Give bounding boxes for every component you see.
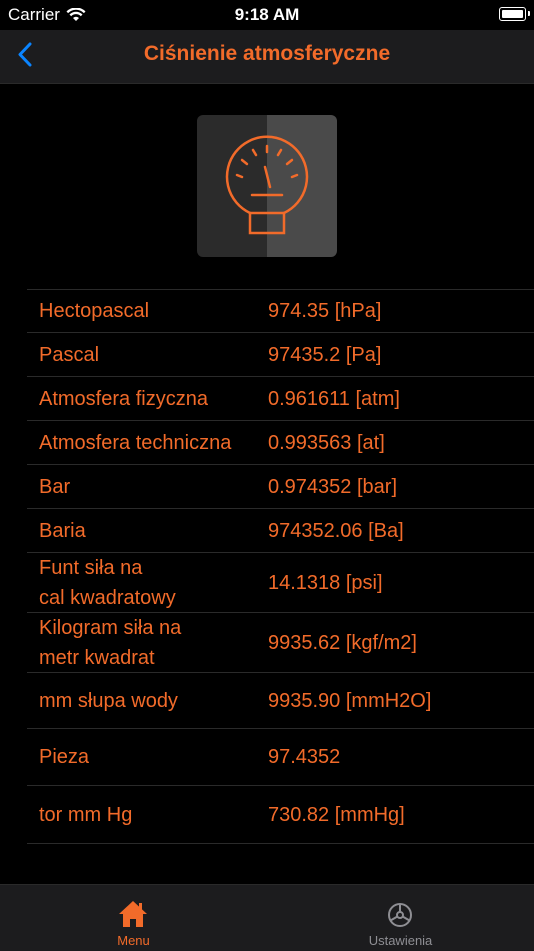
unit-name: tor mm Hg [39,803,133,826]
unit-value: 974352.06 [Ba] [268,519,404,542]
unit-name: Atmosfera fizyczna [39,387,208,410]
unit-name: Pascal [39,343,100,366]
table-row: Pieza 97.4352 [27,729,534,786]
unit-name: Kilogram siła na metr kwadrat [39,616,182,669]
tab-menu[interactable]: Menu [0,885,267,951]
unit-value: 97435.2 [Pa] [268,343,382,366]
unit-name: mm słupa wody [39,689,178,712]
unit-name: Atmosfera techniczna [39,431,232,454]
tab-bar: Menu Ustawienia [0,884,534,951]
tab-menu-label: Menu [117,933,150,948]
unit-value: 0.961611 [atm] [268,387,400,410]
tab-settings-label: Ustawienia [368,933,433,948]
home-icon [119,901,147,927]
pressure-gauge-icon [225,135,309,235]
navigation-bar: Ciśnienie atmosferyczne [0,30,534,84]
table-row: Funt siła na cal kwadratowy 14.1318 [psi] [27,553,534,613]
page-title: Ciśnienie atmosferyczne [143,42,391,65]
unit-name: Funt siła na cal kwadratowy [39,556,176,609]
table-row: Kilogram siła na metr kwadrat 9935.62 [kg… [27,613,534,673]
unit-value: 9935.90 [mmH2O] [268,689,432,712]
table-row: Atmosfera fizyczna 0.961611 [atm] [27,377,534,421]
table-row: Baria 974352.06 [Ba] [27,509,534,553]
status-bar: Carrier 9:18 AM [0,0,534,30]
unit-value: 14.1318 [psi] [268,571,383,594]
unit-value: 9935.62 [kgf/m2] [268,631,417,654]
status-time: 9:18 AM [234,5,300,24]
unit-name: Hectopascal [39,300,150,322]
table-row: Atmosfera techniczna 0.993563 [at] [27,421,534,465]
table-row: tor mm Hg 730.82 [mmHg] [27,786,534,844]
unit-name: Bar [39,475,71,498]
unit-value: 974.35 [hPa] [268,300,382,322]
pressure-gauge-tile [197,115,337,257]
unit-value: 0.974352 [bar] [268,475,397,498]
settings-wheel-icon [388,903,412,927]
unit-value: 730.82 [mmHg] [268,803,405,826]
unit-value: 0.993563 [at] [268,431,385,454]
unit-name: Baria [39,519,86,542]
table-row: Bar 0.974352 [bar] [27,465,534,509]
unit-name: Pieza [39,746,90,768]
table-row: mm słupa wody 9935.90 [mmH2O] [27,673,534,729]
table-row: Hectopascal 974.35 [hPa] [27,290,534,333]
battery-icon [499,7,530,21]
conversion-table: Hectopascal 974.35 [hPa] Pascal 97435.2 [Pa… [27,289,534,844]
tab-settings[interactable]: Ustawienia [267,885,534,951]
table-row: Pascal 97435.2 [Pa] [27,333,534,377]
unit-value: 97.4352 [268,746,341,768]
